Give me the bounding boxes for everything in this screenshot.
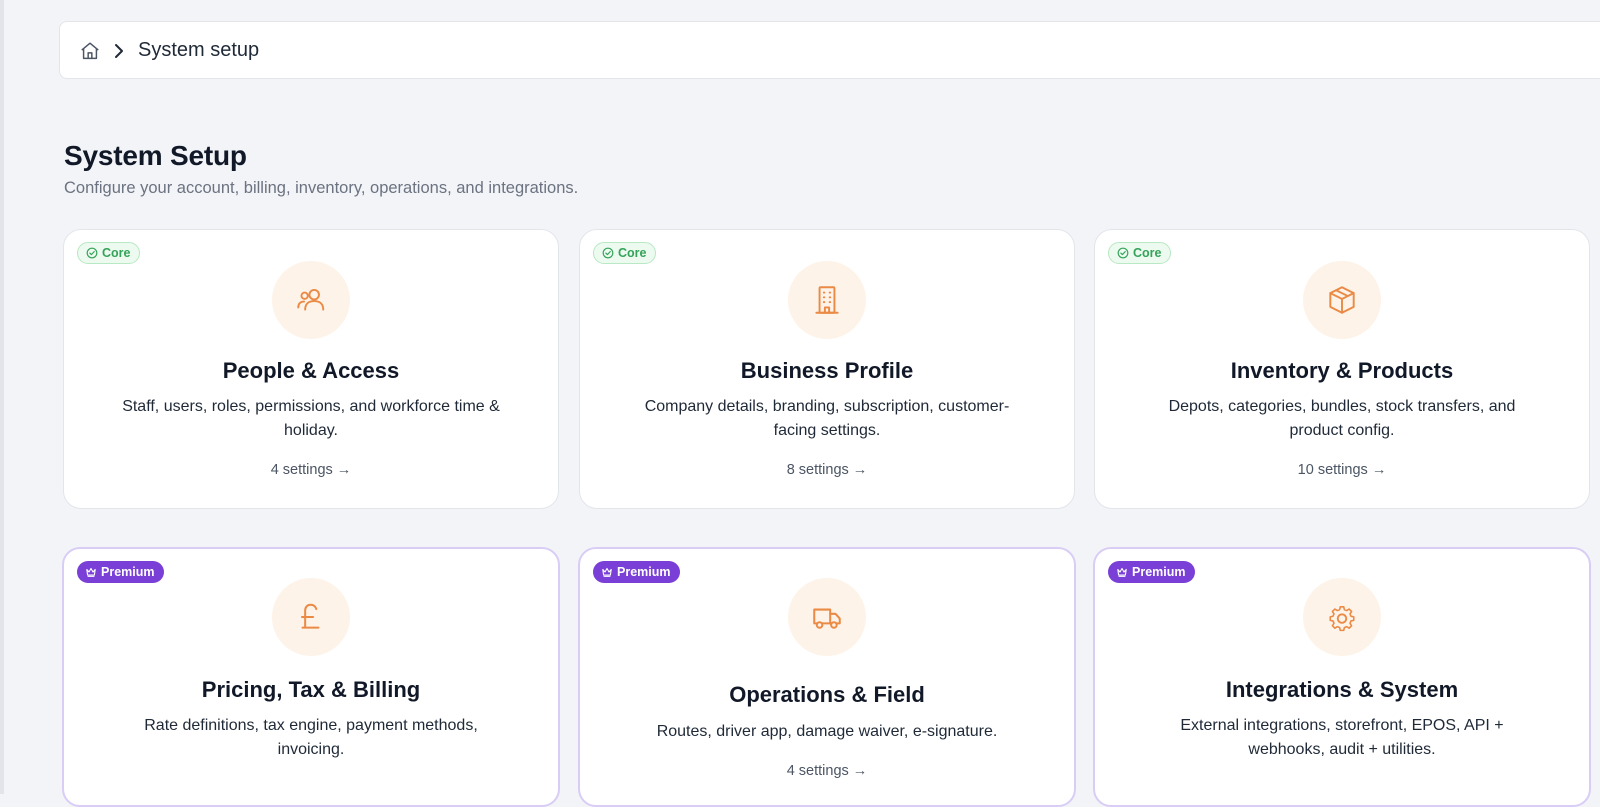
chevron-right-icon bbox=[111, 40, 127, 62]
breadcrumb: System setup bbox=[59, 21, 1600, 79]
core-badge: Core bbox=[1108, 242, 1172, 264]
building-icon bbox=[788, 261, 866, 339]
card-title: Business Profile bbox=[740, 358, 914, 383]
settings-link[interactable]: 10 settings → bbox=[1095, 462, 1589, 478]
card-title: Operations & Field bbox=[729, 682, 925, 707]
card-title: People & Access bbox=[222, 358, 400, 383]
card-pricing-tax-billing[interactable]: Premium Pricing, Tax & Billing Rate defi… bbox=[62, 547, 560, 807]
settings-link[interactable]: 4 settings → bbox=[580, 763, 1074, 779]
settings-link[interactable]: 4 settings → bbox=[64, 462, 558, 478]
card-people-access[interactable]: Core People & Access Staff, users, roles… bbox=[63, 229, 559, 509]
card-description: Routes, driver app, damage waiver, e-sig… bbox=[656, 723, 998, 740]
card-description: Company details, branding, subscription,… bbox=[644, 398, 1010, 439]
card-description: Rate definitions, tax engine, payment me… bbox=[144, 717, 478, 758]
card-description: Staff, users, roles, permissions, and wo… bbox=[122, 398, 500, 439]
premium-badge: Premium bbox=[77, 561, 164, 583]
card-business-profile[interactable]: Core Business Profile Company details, b… bbox=[579, 229, 1075, 509]
gear-icon bbox=[1303, 578, 1381, 656]
crown-icon bbox=[602, 567, 612, 577]
breadcrumb-current: System setup bbox=[138, 39, 260, 61]
card-inventory-products[interactable]: Core Inventory & Products Depots, catego… bbox=[1094, 229, 1590, 509]
truck-icon bbox=[788, 578, 866, 656]
premium-badge: Premium bbox=[1108, 561, 1195, 583]
settings-link[interactable]: 8 settings → bbox=[580, 462, 1074, 478]
core-badge: Core bbox=[593, 242, 657, 264]
card-title: Pricing, Tax & Billing bbox=[201, 677, 421, 702]
card-title: Inventory & Products bbox=[1230, 358, 1454, 383]
pound-icon bbox=[272, 578, 350, 656]
premium-badge: Premium bbox=[593, 561, 680, 583]
card-description: Depots, categories, bundles, stock trans… bbox=[1168, 398, 1516, 439]
crown-icon bbox=[1117, 567, 1127, 577]
check-circle-icon bbox=[86, 247, 98, 259]
crown-icon bbox=[86, 567, 96, 577]
card-operations-field[interactable]: Premium Operations & Field Routes, drive… bbox=[578, 547, 1076, 807]
card-integrations-system[interactable]: Premium Integrations & System External i… bbox=[1093, 547, 1591, 807]
card-description: External integrations, storefront, EPOS,… bbox=[1180, 717, 1504, 758]
sidebar-edge bbox=[0, 0, 4, 794]
core-badge: Core bbox=[77, 242, 141, 264]
box-icon bbox=[1303, 261, 1381, 339]
users-icon bbox=[272, 261, 350, 339]
check-circle-icon bbox=[1117, 247, 1129, 259]
card-title: Integrations & System bbox=[1225, 677, 1459, 702]
page-subtitle: Configure your account, billing, invento… bbox=[64, 179, 579, 197]
check-circle-icon bbox=[602, 247, 614, 259]
home-icon[interactable] bbox=[79, 40, 101, 62]
page-title: System Setup bbox=[64, 140, 247, 171]
